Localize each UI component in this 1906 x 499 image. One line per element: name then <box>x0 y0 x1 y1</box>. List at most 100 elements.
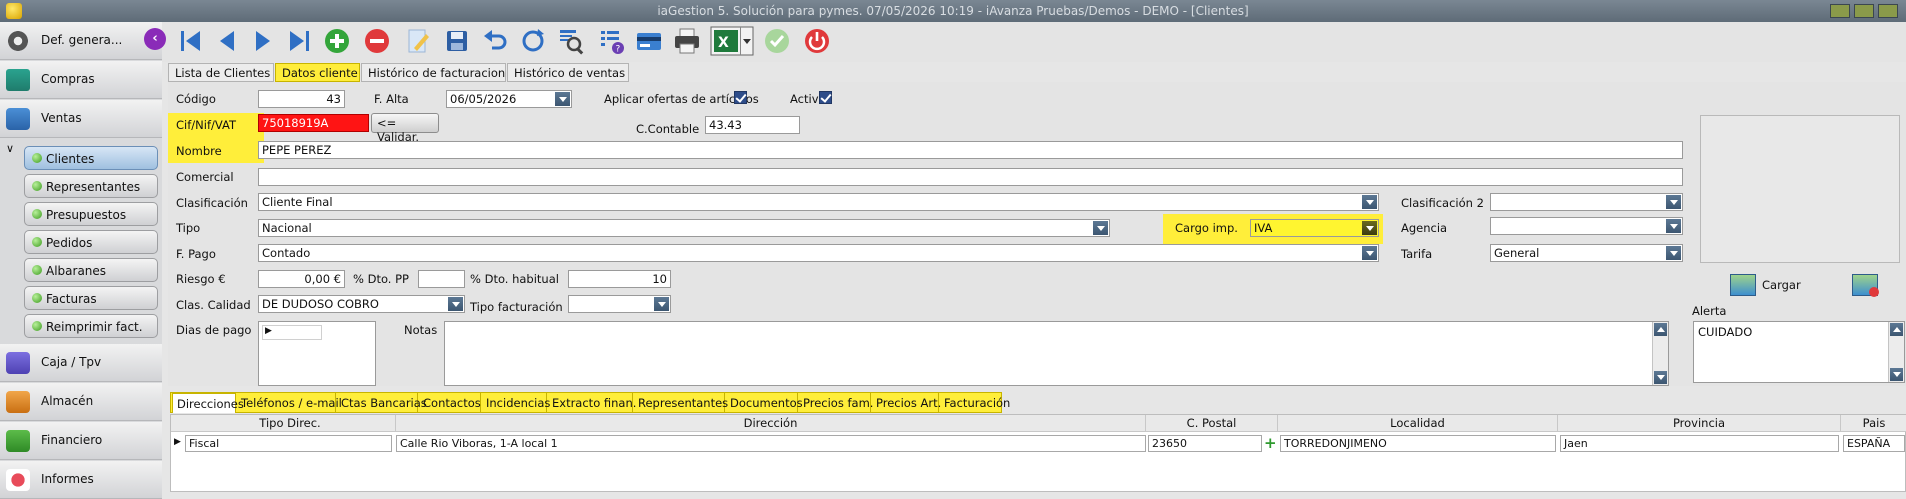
notas-textarea[interactable] <box>444 321 1669 386</box>
tab-telefonos[interactable]: Teléfonos / e-mail <box>237 393 342 413</box>
tab-contactos[interactable]: Contactos <box>419 393 481 413</box>
scroll-down-icon[interactable] <box>1890 368 1903 381</box>
cargo-imp-select[interactable]: IVA <box>1250 219 1379 237</box>
nombre-field[interactable]: PEPE PEREZ <box>258 141 1683 159</box>
tab-incidencias[interactable]: Incidencias <box>482 393 550 413</box>
chevron-down-icon[interactable] <box>1362 221 1377 235</box>
cell-tipo-direc[interactable]: Fiscal <box>185 435 392 452</box>
undo-icon[interactable] <box>480 26 510 56</box>
last-icon[interactable] <box>284 26 314 56</box>
validar-button[interactable]: <= Validar. <box>371 113 439 144</box>
codigo-field[interactable]: 43 <box>258 90 345 108</box>
card-icon[interactable] <box>634 26 664 56</box>
tab-direcciones[interactable]: Direcciones <box>172 393 244 413</box>
f-alta-field[interactable]: 06/05/2026 <box>446 90 572 108</box>
column-header[interactable]: Localidad <box>1278 415 1558 431</box>
sidebar-item-facturas[interactable]: Facturas <box>24 286 158 310</box>
power-icon[interactable] <box>802 26 832 56</box>
delete-icon[interactable] <box>362 26 392 56</box>
date-dropdown-icon[interactable] <box>555 92 570 106</box>
sidebar-item-representantes[interactable]: Representantes <box>24 174 158 198</box>
tipo-facturacion-select[interactable] <box>568 295 671 313</box>
alerta-textarea[interactable]: CUIDADO <box>1693 321 1905 383</box>
edit-icon[interactable] <box>402 26 432 56</box>
f-pago-select[interactable]: Contado <box>258 244 1379 262</box>
chevron-down-icon[interactable] <box>1093 221 1108 235</box>
clasificacion-select[interactable]: Cliente Final <box>258 193 1379 211</box>
scroll-down-icon[interactable] <box>1654 371 1667 384</box>
cell-direccion[interactable]: Calle Rio Viboras, 1-A local 1 <box>396 435 1146 452</box>
tab-facturacion[interactable]: Facturación <box>940 393 1010 413</box>
notas-scrollbar[interactable] <box>1652 322 1668 385</box>
riesgo-field[interactable]: 0,00 € <box>258 270 345 288</box>
chevron-down-icon[interactable] <box>1666 246 1681 260</box>
chevron-down-icon[interactable] <box>1362 246 1377 260</box>
load-image-icon[interactable] <box>1730 274 1756 296</box>
clasificacion2-select[interactable] <box>1490 193 1683 211</box>
tab-representantes[interactable]: Representantes <box>634 393 728 413</box>
close-window-button[interactable] <box>1878 4 1898 18</box>
chevron-down-icon[interactable] <box>654 297 669 311</box>
collapse-chevron-icon[interactable]: ∨ <box>6 142 14 155</box>
column-header[interactable]: Dirección <box>396 415 1146 431</box>
print-icon[interactable] <box>672 26 702 56</box>
search-icon[interactable] <box>556 26 586 56</box>
add-postal-icon[interactable]: + <box>1264 434 1277 452</box>
scroll-up-icon[interactable] <box>1890 323 1903 336</box>
tab-precios-fam[interactable]: Precios fam. <box>799 393 873 413</box>
cell-provincia[interactable]: Jaen <box>1560 435 1839 452</box>
prev-icon[interactable] <box>212 26 242 56</box>
aplicar-ofertas-checkbox[interactable] <box>734 91 747 104</box>
tab-datos-cliente[interactable]: Datos cliente <box>275 63 360 82</box>
nav-informes[interactable]: Informes <box>0 461 162 499</box>
tab-historico-ventas[interactable]: Histórico de ventas <box>507 63 629 82</box>
maximize-button[interactable] <box>1854 4 1874 18</box>
nav-caja-tpv[interactable]: Caja / Tpv <box>0 344 162 382</box>
cell-pais[interactable]: ESPAÑA <box>1843 435 1905 452</box>
dto-pp-field[interactable] <box>418 270 465 288</box>
dto-habitual-field[interactable]: 10 <box>568 270 671 288</box>
clas-calidad-select[interactable]: DE DUDOSO COBRO <box>258 295 465 313</box>
nav-compras[interactable]: Compras <box>0 61 162 99</box>
cell-c-postal[interactable]: 23650 <box>1148 435 1262 452</box>
back-icon[interactable]: ‹ <box>144 28 166 50</box>
nav-ventas[interactable]: Ventas <box>0 100 162 138</box>
cell-localidad[interactable]: TORREDONJIMENO <box>1280 435 1556 452</box>
next-icon[interactable] <box>248 26 278 56</box>
cif-field[interactable]: 75018919A <box>258 114 369 132</box>
sidebar-item-albaranes[interactable]: Albaranes <box>24 258 158 282</box>
activo-checkbox[interactable] <box>819 91 832 104</box>
column-header[interactable]: Provincia <box>1558 415 1841 431</box>
add-icon[interactable] <box>322 26 352 56</box>
tipo-select[interactable]: Nacional <box>258 219 1110 237</box>
excel-icon[interactable]: X <box>710 26 754 56</box>
refresh-icon[interactable] <box>518 26 548 56</box>
nav-financiero[interactable]: Financiero <box>0 422 162 460</box>
comercial-field[interactable] <box>258 168 1683 186</box>
nav-almacen[interactable]: Almacén <box>0 383 162 421</box>
chevron-down-icon[interactable] <box>1362 195 1377 209</box>
column-header[interactable]: C. Postal <box>1146 415 1278 431</box>
tab-documentos[interactable]: Documentos <box>726 393 803 413</box>
alerta-scrollbar[interactable] <box>1888 322 1904 382</box>
sidebar-item-pedidos[interactable]: Pedidos <box>24 230 158 254</box>
save-icon[interactable] <box>442 26 472 56</box>
list-help-icon[interactable]: ? <box>596 26 626 56</box>
sidebar-item-presupuestos[interactable]: Presupuestos <box>24 202 158 226</box>
remove-image-icon[interactable] <box>1852 274 1879 297</box>
dias-pago-grid[interactable]: ▶ <box>258 321 376 386</box>
column-header[interactable]: Tipo Direc. <box>185 415 396 431</box>
minimize-button[interactable] <box>1830 4 1850 18</box>
tab-lista-clientes[interactable]: Lista de Clientes <box>168 63 274 82</box>
tab-precios-art[interactable]: Precios Art. <box>872 393 941 413</box>
agencia-select[interactable] <box>1490 217 1683 235</box>
tarifa-select[interactable]: General <box>1490 244 1683 262</box>
chevron-down-icon[interactable] <box>448 297 463 311</box>
tab-extracto-finan[interactable]: Extracto finan. <box>548 393 636 413</box>
chevron-down-icon[interactable] <box>1666 219 1681 233</box>
sidebar-item-reimprimir[interactable]: Reimprimir fact. <box>24 314 158 338</box>
tab-historico-facturacion[interactable]: Histórico de facturacion <box>361 63 506 82</box>
confirm-icon[interactable] <box>762 26 792 56</box>
cargar-label[interactable]: Cargar <box>1762 278 1801 292</box>
sidebar-item-clientes[interactable]: Clientes <box>24 146 158 170</box>
